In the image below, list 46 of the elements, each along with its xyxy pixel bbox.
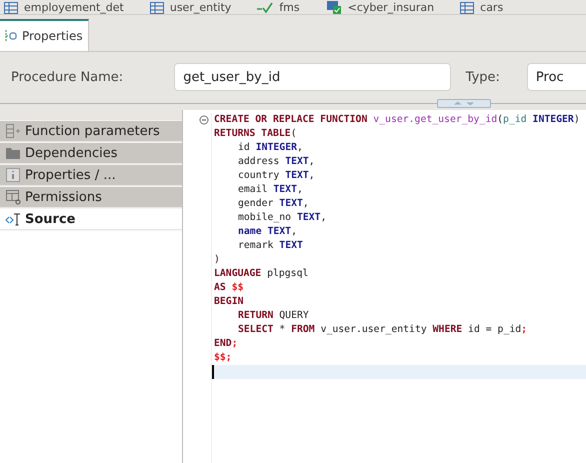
code-line: $$; [213,351,233,365]
table-icon [4,2,18,14]
code-line: SELECT * FROM v_user.user_entity WHERE id = p_id; [237,323,528,337]
code-line: END; [213,337,239,351]
code-line: address TEXT, [237,155,316,169]
folder-icon [5,145,21,161]
editor-tab[interactable]: user_entity [150,1,232,14]
tree-icon [5,29,17,43]
code-line: CREATE OR REPLACE FUNCTION v_user.get_user_by_id(p_id INTEGER) [213,113,581,127]
code-line: AS $$ [213,281,244,295]
code-line: gender TEXT, [237,197,310,211]
code-line: email TEXT, [237,183,304,197]
nav-item[interactable]: Properties / ... [0,164,182,185]
code-line: RETURNS TABLE( [213,127,298,141]
nav-item[interactable]: Function parameters [0,120,182,141]
table-icon [150,2,164,14]
info-icon [5,167,21,183]
collapse-handle-icon[interactable] [437,99,491,108]
grid-key-icon [5,189,21,205]
editor-tab[interactable]: employement_det [4,1,124,14]
type-field[interactable]: Proc [526,63,586,91]
code-line: ) [213,253,221,267]
table-icon [460,2,474,14]
code-line: BEGIN [213,295,244,309]
code-text-icon [5,211,21,227]
code-line: mobile_no TEXT, [237,211,328,225]
code-line: country TEXT, [237,169,316,183]
nav-item[interactable]: Source [0,208,182,229]
nav-item[interactable]: Permissions [0,186,182,207]
nav-item[interactable]: Dependencies [0,142,182,163]
code-line: RETURN QUERY [237,309,310,323]
editor-tab[interactable]: fms [257,1,300,14]
editor-tab[interactable]: cars [460,1,504,14]
code-line: remark TEXT [237,239,304,253]
code-line: LANGUAGE plpgsql [213,267,310,281]
properties-tab[interactable]: Properties [0,19,89,51]
fold-icon[interactable] [199,115,209,125]
procedure-name-field[interactable]: get_user_by_id [174,63,451,91]
checkmark-icon [257,2,274,14]
list-add-icon [5,123,21,139]
code-line: id INTEGER, [237,141,304,155]
editor-tab[interactable]: <cyber_insuran [326,0,434,14]
procedure-name-label: Procedure Name: [11,70,124,84]
type-label: Type: [466,70,500,84]
code-line: name TEXT, [237,225,298,239]
database-check-icon [326,0,342,14]
